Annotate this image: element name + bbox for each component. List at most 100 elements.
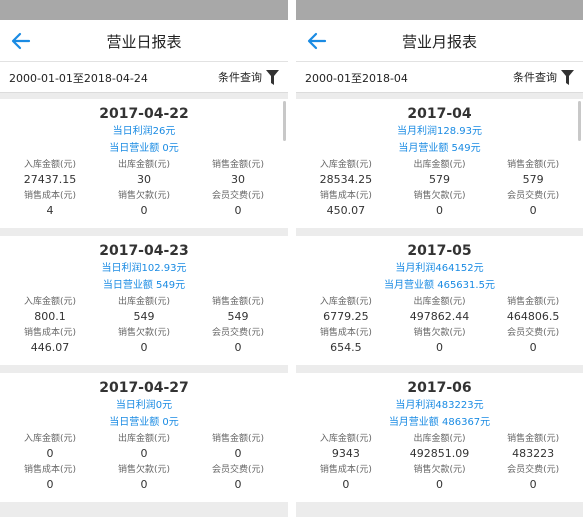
stats-grid: 入库金额(元) 出库金额(元) 销售金额(元) 800.1 549 549 销售成本(元) 销… (0, 296, 288, 358)
scrollbar[interactable] (283, 101, 286, 141)
page-title: 营业日报表 (106, 33, 182, 51)
turnover-text: 当日营业额 0元 (109, 417, 179, 428)
turnover-text: 当日营业额 549元 (102, 280, 186, 291)
condition-query-button[interactable]: 条件查询 (513, 68, 574, 86)
filter-bar: 2000-01至2018-04 条件查询 (296, 62, 583, 93)
stat-value: 483223 (512, 447, 555, 460)
stat-label: 入库金额(元) (319, 297, 372, 307)
stat-value: 0 (140, 204, 148, 217)
stat-label: 会员交费(元) (211, 191, 265, 201)
stat-label: 销售欠款(元) (413, 191, 466, 201)
stat-value: 0 (140, 341, 148, 354)
stat-label: 出库金额(元) (117, 160, 171, 170)
stat-label: 销售金额(元) (211, 297, 265, 307)
stats-grid: 入库金额(元) 出库金额(元) 销售金额(元) 28534.25 579 579 销售成本(… (296, 159, 583, 221)
stat-label: 出库金额(元) (413, 297, 466, 307)
stat-value: 446.07 (30, 341, 70, 354)
stat-value: 0 (234, 341, 242, 354)
profit-text: 当日利润102.93元 (101, 263, 187, 274)
report-list[interactable]: 2017-04-22 当日利润26元 当日营业额 0元 入库金额(元) 出库金额(元) 销… (0, 93, 288, 502)
stat-value: 0 (529, 341, 537, 354)
stat-value: 30 (231, 173, 245, 186)
stat-label: 入库金额(元) (319, 160, 372, 170)
stat-label: 入库金额(元) (23, 434, 77, 444)
stat-label: 销售金额(元) (507, 434, 560, 444)
stat-value: 4 (46, 204, 54, 217)
stat-value: 800.1 (34, 310, 66, 323)
profit-text: 当日利润0元 (115, 400, 173, 411)
condition-query-label: 条件查询 (218, 71, 262, 84)
report-date: 2017-05 (407, 243, 472, 259)
stat-label: 销售欠款(元) (413, 465, 466, 475)
report-card[interactable]: 2017-04-23 当日利润102.93元 当日营业额 549元入库金额(元) 出库… (0, 236, 288, 365)
stat-value: 579 (522, 173, 544, 186)
stat-label: 销售成本(元) (23, 328, 77, 338)
stat-label: 销售成本(元) (23, 191, 77, 201)
stat-value: 0 (435, 478, 443, 491)
stat-label: 出库金额(元) (413, 160, 466, 170)
stats-grid: 入库金额(元) 出库金额(元) 销售金额(元) 9343 492851.09 483223… (296, 433, 583, 495)
turnover-text: 当月营业额 549元 (398, 143, 481, 154)
stat-label: 会员交费(元) (507, 465, 560, 475)
app-bar: 营业日报表 (0, 20, 288, 62)
stat-label: 会员交费(元) (211, 465, 265, 475)
stat-label: 销售成本(元) (319, 191, 372, 201)
stat-label: 入库金额(元) (319, 434, 372, 444)
stat-value: 654.5 (330, 341, 362, 354)
stat-value: 549 (133, 310, 155, 323)
stats-grid: 入库金额(元) 出库金额(元) 销售金额(元) 0 0 0 销售成本(元) 销售欠款(元) 会员… (0, 433, 288, 495)
filter-bar: 2000-01-01至2018-04-24 条件查询 (0, 62, 288, 93)
stats-grid: 入库金额(元) 出库金额(元) 销售金额(元) 6779.25 497862.44 464… (296, 296, 583, 358)
stat-value: 0 (529, 478, 537, 491)
profit-text: 当日利润26元 (112, 126, 176, 137)
stat-label: 入库金额(元) (23, 297, 77, 307)
stat-value: 9343 (331, 447, 360, 460)
stat-value: 0 (342, 478, 350, 491)
funnel-icon (266, 69, 279, 85)
report-card[interactable]: 2017-05 当月利润464152元 当月营业额 465631.5元 入库金额(元)… (296, 236, 583, 365)
report-card[interactable]: 2017-04-22 当日利润26元 当日营业额 0元 入库金额(元) 出库金额(元) 销… (0, 99, 288, 228)
stat-value: 0 (234, 478, 242, 491)
stat-value: 492851.09 (409, 447, 470, 460)
stat-value: 549 (227, 310, 249, 323)
page-title: 营业月报表 (401, 33, 477, 51)
scrollbar[interactable] (578, 101, 581, 141)
report-date: 2017-04 (407, 106, 472, 122)
stat-label: 销售成本(元) (319, 328, 372, 338)
condition-query-label: 条件查询 (513, 71, 557, 84)
report-date: 2017-04-27 (99, 380, 189, 396)
stat-label: 销售金额(元) (211, 434, 265, 444)
stat-label: 销售欠款(元) (413, 328, 466, 338)
stat-value: 0 (234, 447, 242, 460)
condition-query-button[interactable]: 条件查询 (218, 68, 279, 86)
status-bar (0, 0, 288, 20)
report-list[interactable]: 2017-04 当月利润128.93元 当月营业额 549元入库金额(元) 出库金额(… (296, 93, 583, 502)
stats-grid: 入库金额(元) 出库金额(元) 销售金额(元) 27437.15 30 30 销售成本(元)… (0, 159, 288, 221)
stat-value: 27437.15 (23, 173, 77, 186)
report-date: 2017-04-23 (99, 243, 189, 259)
status-bar (296, 0, 583, 20)
report-date: 2017-04-22 (99, 106, 189, 122)
stat-value: 6779.25 (323, 310, 369, 323)
stat-label: 会员交费(元) (211, 328, 265, 338)
stat-label: 入库金额(元) (23, 160, 77, 170)
report-date: 2017-06 (407, 380, 472, 396)
stat-label: 出库金额(元) (117, 434, 171, 444)
stat-value: 0 (435, 341, 443, 354)
stat-value: 579 (428, 173, 450, 186)
report-cards: 2017-04-22 当日利润26元 当日营业额 0元 入库金额(元) 出库金额(元) 销… (0, 99, 288, 502)
stat-label: 销售金额(元) (507, 297, 560, 307)
app-bar: 营业月报表 (296, 20, 583, 62)
stat-value: 0 (529, 204, 537, 217)
funnel-icon (561, 69, 574, 85)
profit-text: 当月利润128.93元 (397, 126, 482, 137)
stat-label: 销售欠款(元) (117, 191, 171, 201)
stat-label: 销售欠款(元) (117, 328, 171, 338)
date-range-label: 2000-01-01至2018-04-24 (9, 72, 148, 85)
report-card[interactable]: 2017-06 当月利润483223元 当月营业额 486367元 入库金额(元) 出库… (296, 373, 583, 502)
stat-label: 出库金额(元) (117, 297, 171, 307)
report-card[interactable]: 2017-04 当月利润128.93元 当月营业额 549元入库金额(元) 出库金额(… (296, 99, 583, 228)
stat-label: 销售欠款(元) (117, 465, 171, 475)
stat-label: 销售金额(元) (507, 160, 560, 170)
report-card[interactable]: 2017-04-27 当日利润0元 当日营业额 0元入库金额(元) 出库金额(元) 销售… (0, 373, 288, 502)
